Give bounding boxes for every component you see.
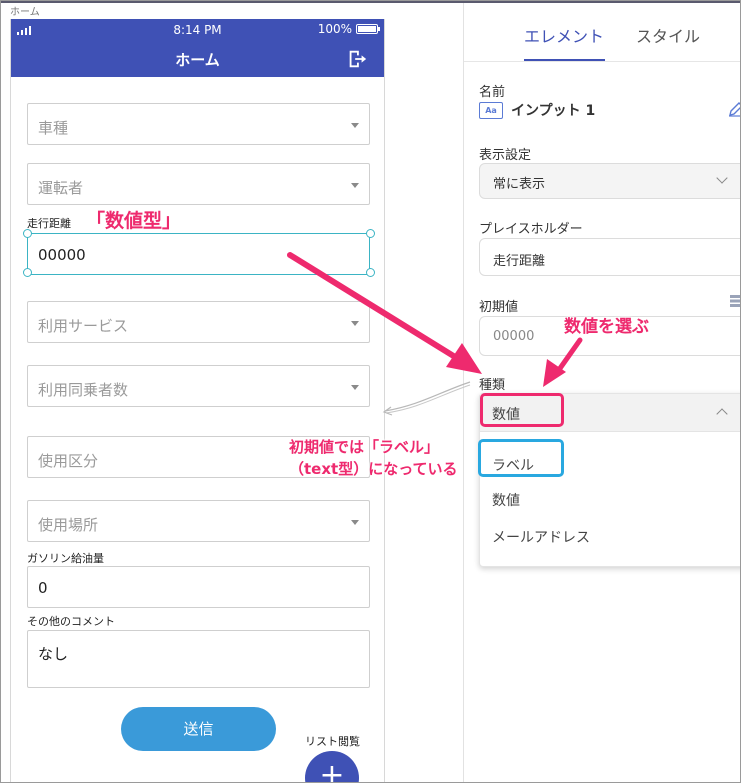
- chevron-up-icon: [716, 408, 728, 420]
- app-bar: ホーム: [11, 41, 384, 77]
- battery-status: 100%: [317, 22, 380, 36]
- caret-down-icon: [351, 321, 359, 326]
- battery-icon: [356, 24, 380, 34]
- element-name: インプット 1: [511, 103, 596, 119]
- placeholder-input[interactable]: 走行距離: [479, 238, 741, 276]
- status-bar: 8:14 PM 100%: [11, 19, 384, 41]
- connector-line: [384, 381, 471, 412]
- comment-label: その他のコメント: [27, 615, 115, 628]
- caret-down-icon: [351, 385, 359, 390]
- usage-place-placeholder: 使用場所: [38, 516, 99, 534]
- visibility-label: 表示設定: [479, 148, 532, 163]
- submit-button[interactable]: 送信: [121, 707, 276, 751]
- driver-select[interactable]: 運転者: [27, 163, 370, 205]
- visibility-select[interactable]: 常に表示: [479, 163, 741, 199]
- placeholder-label: プレイスホルダー: [479, 222, 583, 237]
- distance-input[interactable]: 00000: [27, 233, 370, 275]
- resize-handle-tl[interactable]: [23, 229, 32, 238]
- battery-percent: 100%: [317, 22, 352, 36]
- label-highlight-box: [478, 439, 564, 477]
- service-placeholder: 利用サービス: [38, 317, 129, 335]
- caret-down-icon: [351, 123, 359, 128]
- annotation-default-label-1: 初期値では「ラベル」: [289, 438, 440, 456]
- usage-type-placeholder: 使用区分: [38, 452, 99, 470]
- service-select[interactable]: 利用サービス: [27, 301, 370, 343]
- usage-place-select[interactable]: 使用場所: [27, 500, 370, 542]
- add-fab-button[interactable]: +: [305, 751, 359, 783]
- chevron-down-icon: [716, 172, 728, 184]
- distance-value: 00000: [38, 246, 86, 264]
- tab-element[interactable]: エレメント: [524, 23, 604, 47]
- list-view-label: リスト閲覧: [305, 735, 360, 748]
- tab-style[interactable]: スタイル: [636, 23, 700, 47]
- type-option-number[interactable]: 数値: [492, 490, 520, 510]
- connector-arrowhead: [382, 406, 393, 416]
- type-label: 種類: [479, 378, 506, 393]
- pencil-icon[interactable]: [728, 101, 741, 117]
- initial-value-label: 初期値: [479, 300, 519, 315]
- type-option-email[interactable]: メールアドレス: [492, 527, 590, 547]
- element-name-row: Aa インプット 1: [479, 100, 595, 120]
- canvas-label: ホーム: [10, 7, 40, 18]
- passengers-placeholder: 利用同乗者数: [38, 381, 129, 399]
- initial-value: 00000: [493, 329, 535, 344]
- resize-handle-bl[interactable]: [23, 268, 32, 277]
- comment-textarea[interactable]: なし: [27, 630, 370, 688]
- resize-handle-tr[interactable]: [366, 229, 375, 238]
- annotation-default-label-2: （text型）になっている: [289, 460, 458, 478]
- comment-value: なし: [38, 645, 69, 663]
- caret-down-icon: [351, 183, 359, 188]
- fuel-value: 0: [38, 579, 48, 597]
- numeric-highlight-box: [480, 393, 564, 427]
- phone-preview: 8:14 PM 100% ホーム 車種 運転者 走行距離 00000 利用サービ…: [10, 19, 385, 783]
- text-input-icon: Aa: [479, 101, 503, 119]
- annotation-choose-numeric: 数値を選ぶ: [564, 317, 649, 337]
- resize-handle-br[interactable]: [366, 268, 375, 277]
- caret-down-icon: [351, 520, 359, 525]
- name-label: 名前: [479, 85, 506, 100]
- panel-divider: [464, 61, 741, 62]
- visibility-value: 常に表示: [493, 177, 546, 192]
- app-title: ホーム: [175, 51, 220, 69]
- car-type-select[interactable]: 車種: [27, 103, 370, 145]
- fuel-label: ガソリン給油量: [27, 552, 104, 565]
- distance-label: 走行距離: [27, 217, 71, 230]
- annotation-numeric-type: 「数値型」: [86, 210, 182, 232]
- fuel-input[interactable]: 0: [27, 566, 370, 608]
- logout-icon[interactable]: [346, 48, 368, 70]
- placeholder-value: 走行距離: [493, 254, 546, 269]
- connector-line-2: [385, 384, 471, 414]
- driver-placeholder: 運転者: [38, 179, 84, 197]
- database-icon[interactable]: [729, 294, 741, 308]
- passengers-select[interactable]: 利用同乗者数: [27, 365, 370, 407]
- car-type-placeholder: 車種: [38, 119, 69, 137]
